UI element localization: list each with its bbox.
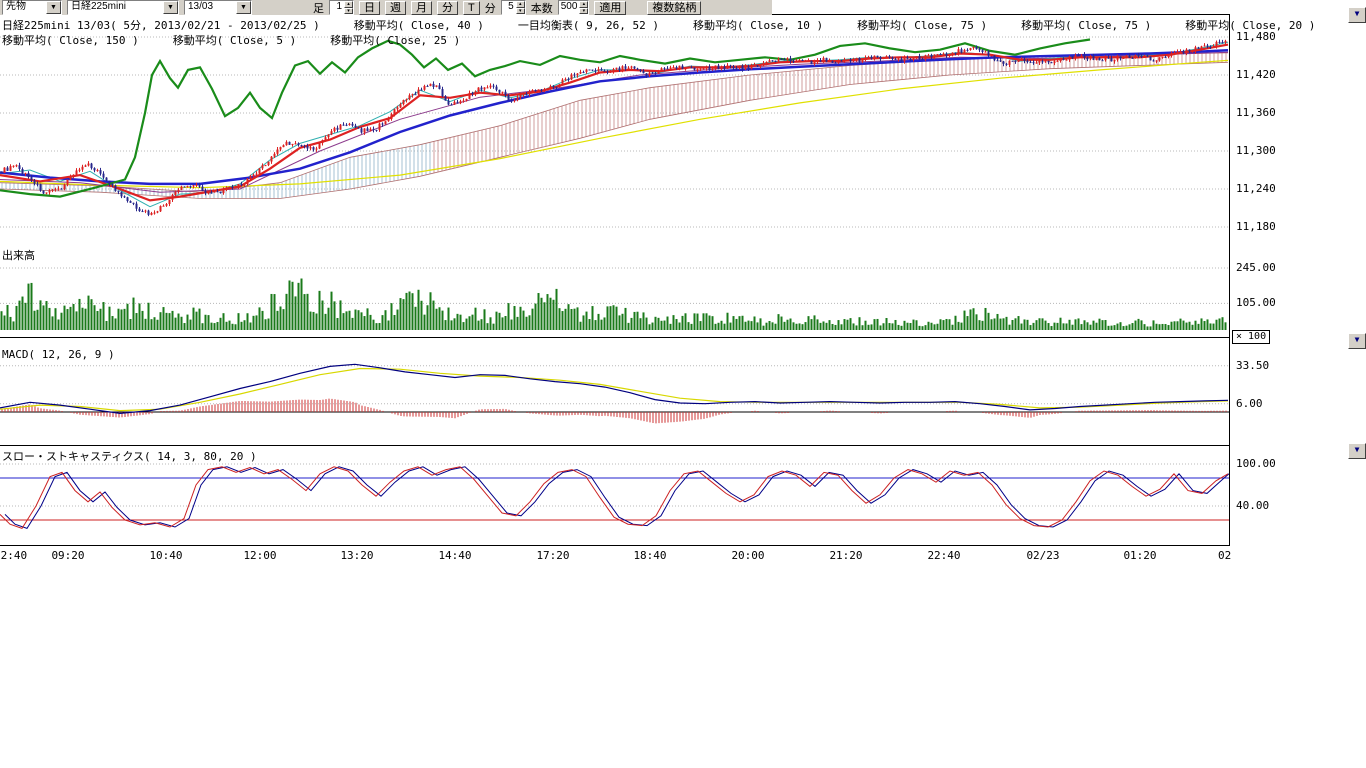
x-tick-label: 22:40 <box>927 549 960 562</box>
x-tick-label: 17:20 <box>536 549 569 562</box>
y-tick-label: 105.00 <box>1236 296 1276 309</box>
bars-count-label: 本数 <box>531 0 553 16</box>
symbol-value: 日経225mini <box>68 1 163 14</box>
stepper-arrows-icon[interactable]: ▴▾ <box>344 1 353 14</box>
bars-count-stepper[interactable]: 500 ▴▾ <box>558 0 590 15</box>
y-tick-label: 11,240 <box>1236 182 1276 195</box>
legend-item: 移動平均( Close, 75 ) <box>857 17 987 33</box>
legend-row-2: 移動平均( Close, 150 ) 移動平均( Close, 5 ) 移動平均… <box>2 32 460 48</box>
macd-pane-dropdown-button[interactable]: ▼ <box>1348 333 1366 349</box>
trading-chart-window: { "toolbar": { "instrument_type": "先物", … <box>0 0 1366 768</box>
y-tick-label: 6.00 <box>1236 397 1263 410</box>
chevron-down-icon[interactable]: ▼ <box>163 1 178 14</box>
x-tick-label: 14:40 <box>438 549 471 562</box>
legend-item: 移動平均( Close, 10 ) <box>693 17 823 33</box>
toolbar: 先物 ▼ 日経225mini ▼ 13/03 ▼ 足 1 ▴▾ 日 週 月 分 … <box>0 0 772 15</box>
stochastics-pane-dropdown-button[interactable]: ▼ <box>1348 443 1366 459</box>
period-type-label: 足 <box>313 0 324 16</box>
volume-pane-title: 出来高 <box>2 247 35 263</box>
legend-row-1: 日経225mini 13/03( 5分, 2013/02/21 - 2013/0… <box>2 17 1315 33</box>
chevron-down-icon[interactable]: ▼ <box>46 1 61 14</box>
x-tick-label: 02:40 <box>0 549 27 562</box>
x-tick-label: 12:00 <box>243 549 276 562</box>
y-tick-label: 11,360 <box>1236 106 1276 119</box>
apply-button[interactable]: 適用 <box>594 1 626 15</box>
bars-count-value: 500 <box>559 1 580 14</box>
interval-value: 5 <box>502 1 516 14</box>
legend-item: 移動平均( Close, 150 ) <box>2 32 139 48</box>
period-button-day[interactable]: 日 <box>359 1 380 15</box>
y-tick-label: 100.00 <box>1236 457 1276 470</box>
y-tick-label: 11,300 <box>1236 144 1276 157</box>
chevron-down-icon[interactable]: ▼ <box>236 1 251 14</box>
selected-period-label: 分 <box>485 0 496 16</box>
period-button-minute[interactable]: 分 <box>437 1 458 15</box>
legend-item: 移動平均( Close, 25 ) <box>330 32 460 48</box>
y-tick-label: 40.00 <box>1236 499 1269 512</box>
x-tick-label: 01:20 <box>1123 549 1156 562</box>
y-tick-label: 11,420 <box>1236 68 1276 81</box>
instrument-type-value: 先物 <box>3 1 46 14</box>
contract-month-select[interactable]: 13/03 ▼ <box>184 0 252 15</box>
legend-item: 一目均衡表( 9, 26, 52 ) <box>518 17 659 33</box>
period-value-stepper[interactable]: 1 ▴▾ <box>329 0 354 15</box>
y-tick-label: 245.00 <box>1236 261 1276 274</box>
period-button-week[interactable]: 週 <box>385 1 406 15</box>
volume-multiplier-badge: × 100 <box>1232 330 1270 344</box>
legend-item: 日経225mini 13/03( 5分, 2013/02/21 - 2013/0… <box>2 17 320 33</box>
legend-item: 移動平均( Close, 75 ) <box>1021 17 1151 33</box>
legend-item: 移動平均( Close, 20 ) <box>1185 17 1315 33</box>
period-value: 1 <box>330 1 344 14</box>
multi-symbol-button[interactable]: 複数銘柄 <box>647 1 701 15</box>
interval-stepper[interactable]: 5 ▴▾ <box>501 0 526 15</box>
instrument-type-select[interactable]: 先物 ▼ <box>2 0 62 15</box>
legend-item: 移動平均( Close, 40 ) <box>354 17 484 33</box>
y-tick-label: 11,180 <box>1236 220 1276 233</box>
symbol-select[interactable]: 日経225mini ▼ <box>67 0 179 15</box>
x-tick-label: 02 <box>1218 549 1231 562</box>
contract-month-value: 13/03 <box>185 1 236 14</box>
legend-item: 移動平均( Close, 5 ) <box>173 32 296 48</box>
stepper-arrows-icon[interactable]: ▴▾ <box>516 1 525 14</box>
stochastics-pane-title: スロー・ストキャスティクス( 14, 3, 80, 20 ) <box>2 448 257 464</box>
y-tick-label: 33.50 <box>1236 359 1269 372</box>
x-tick-label: 20:00 <box>731 549 764 562</box>
chart-canvas[interactable] <box>0 0 1230 548</box>
period-button-month[interactable]: 月 <box>411 1 432 15</box>
x-tick-label: 09:20 <box>51 549 84 562</box>
x-axis-labels: 02:40 09:20 10:40 12:00 13:20 14:40 17:20 18:40… <box>0 549 1232 563</box>
x-tick-label: 21:20 <box>829 549 862 562</box>
x-tick-label: 10:40 <box>149 549 182 562</box>
x-tick-label: 13:20 <box>340 549 373 562</box>
x-tick-label: 18:40 <box>633 549 666 562</box>
x-tick-label: 02/23 <box>1026 549 1059 562</box>
price-pane-dropdown-button[interactable]: ▼ <box>1348 7 1366 23</box>
macd-pane-title: MACD( 12, 26, 9 ) <box>2 348 115 361</box>
stepper-arrows-icon[interactable]: ▴▾ <box>579 1 588 14</box>
period-button-tick[interactable]: T <box>463 1 480 15</box>
